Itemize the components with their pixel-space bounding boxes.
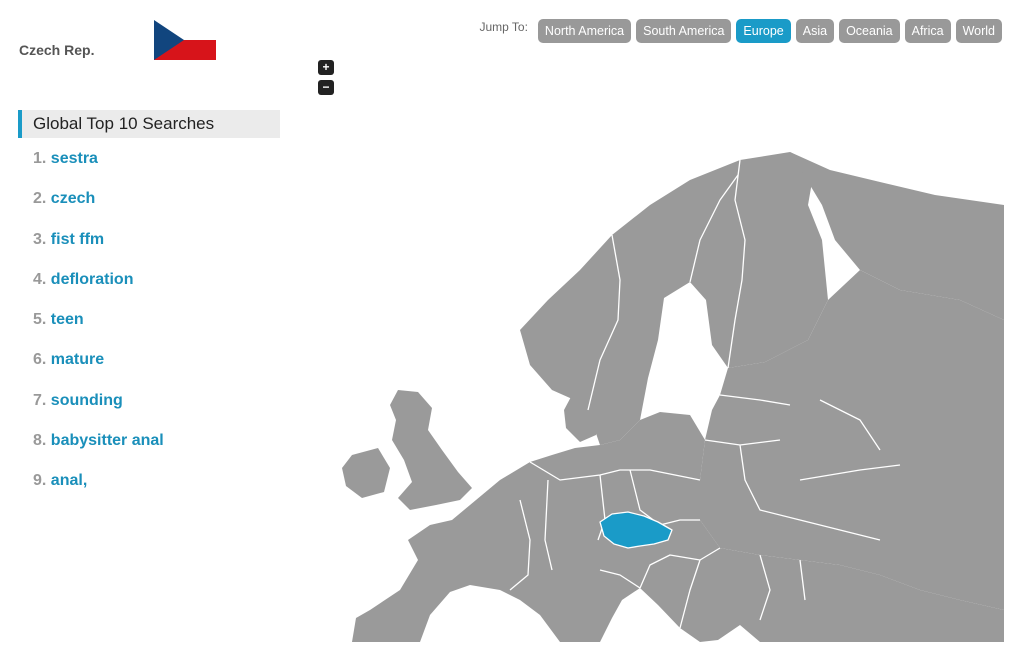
search-rank: 4. [33, 270, 47, 288]
jump-asia-button[interactable]: Asia [795, 19, 835, 43]
search-rank: 3. [33, 230, 47, 248]
search-term-link[interactable]: defloration [51, 271, 134, 288]
search-term-link[interactable]: czech [51, 190, 95, 207]
zoom-out-button[interactable]: − [318, 80, 334, 95]
jump-south-america-button[interactable]: South America [636, 19, 732, 43]
jump-to-nav: Jump To: North America South America Eur… [479, 19, 1002, 43]
top-searches-panel: Global Top 10 Searches 1. sestra 2. czec… [18, 110, 280, 508]
search-rank: 9. [33, 472, 47, 489]
search-item-5[interactable]: 5. teen [18, 307, 280, 347]
search-term-link[interactable]: sestra [51, 150, 98, 167]
zoom-in-button[interactable]: + [318, 60, 334, 75]
jump-africa-button[interactable]: Africa [904, 19, 951, 43]
czech-flag-icon [154, 20, 216, 60]
search-term-link[interactable]: teen [51, 311, 84, 328]
search-rank: 5. [33, 311, 47, 328]
great-britain-land[interactable] [390, 390, 472, 510]
country-name: Czech Rep. [19, 42, 95, 58]
search-term-link[interactable]: sounding [51, 392, 123, 409]
search-item-8[interactable]: 8. babysitter anal [18, 428, 280, 468]
search-rank: 7. [33, 391, 47, 409]
search-rank: 1. [33, 150, 47, 167]
search-item-7[interactable]: 7. sounding [18, 388, 280, 428]
search-item-3[interactable]: 3. fist ffm [18, 227, 280, 267]
europe-map[interactable] [336, 60, 1004, 642]
search-term-link[interactable]: anal, [51, 472, 87, 489]
top-searches-list: 1. sestra 2. czech 3. fist ffm 4. deflor… [18, 146, 280, 508]
jump-oceania-button[interactable]: Oceania [839, 19, 900, 43]
jump-europe-button[interactable]: Europe [736, 19, 791, 43]
search-term-link[interactable]: babysitter anal [51, 432, 164, 449]
ireland-land[interactable] [342, 448, 390, 498]
search-item-1[interactable]: 1. sestra [18, 146, 280, 186]
search-item-4[interactable]: 4. defloration [18, 267, 280, 307]
search-rank: 6. [33, 351, 47, 369]
jump-north-america-button[interactable]: North America [537, 19, 632, 43]
search-item-2[interactable]: 2. czech [18, 186, 280, 226]
search-rank: 2. [33, 190, 47, 208]
search-rank: 8. [33, 431, 47, 449]
search-term-link[interactable]: fist ffm [51, 231, 104, 248]
jump-to-label: Jump To: [479, 20, 528, 34]
search-term-link[interactable]: mature [51, 351, 104, 368]
search-item-9[interactable]: 9. anal, [18, 468, 280, 508]
jump-world-button[interactable]: World [955, 19, 1002, 43]
search-item-6[interactable]: 6. mature [18, 347, 280, 387]
top-searches-title: Global Top 10 Searches [18, 110, 280, 138]
